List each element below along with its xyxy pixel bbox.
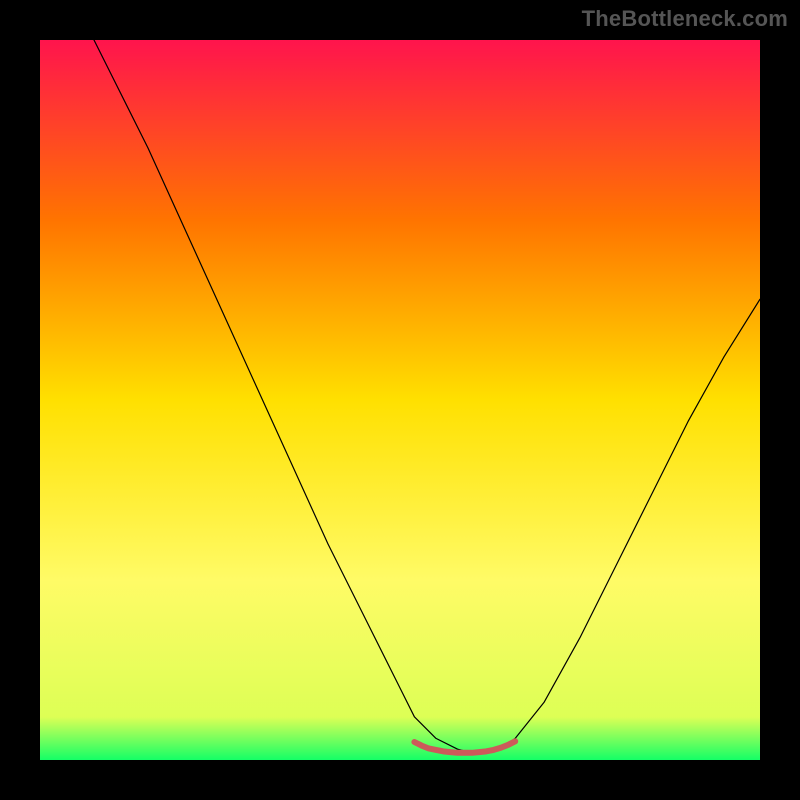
series-bottleneck-curve [40,40,760,753]
watermark-text: TheBottleneck.com [582,6,788,32]
series-optimal-band [414,741,515,753]
plot-area [40,40,760,760]
chart-frame: TheBottleneck.com [0,0,800,800]
curve-layer [40,40,760,760]
